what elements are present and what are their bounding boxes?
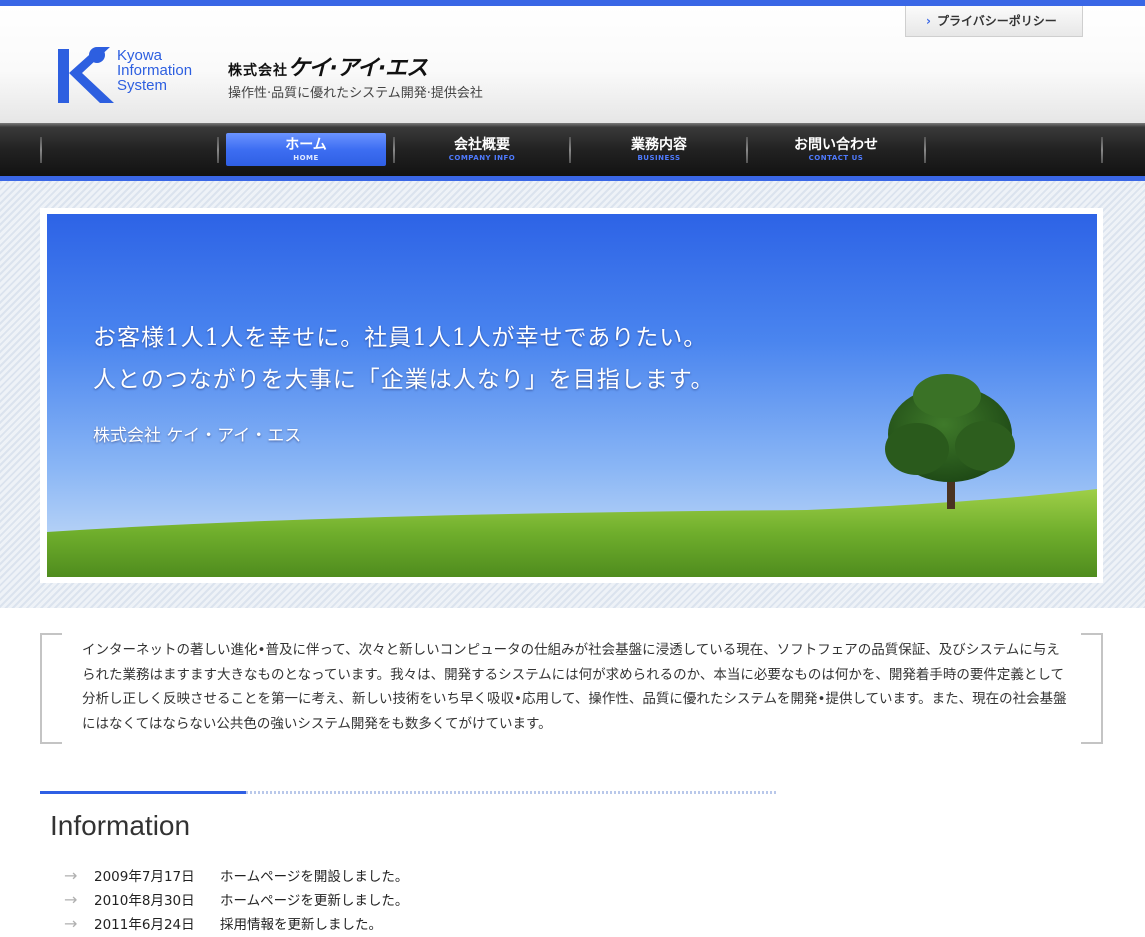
- news-text: ホームページを開設しました。: [220, 869, 409, 885]
- nav-separator: [40, 137, 42, 163]
- intro-text: インターネットの著しい進化•普及に伴って、次々と新しいコンピュータの仕組みが社会…: [82, 642, 1067, 732]
- left-bracket: [40, 633, 62, 744]
- nav-separator: [217, 137, 219, 163]
- news-date: 2010年8月30日: [94, 893, 195, 909]
- nav-label: 業務内容: [631, 137, 687, 153]
- arrow-right-icon: →: [64, 866, 78, 885]
- nav-separator: [393, 137, 395, 163]
- nav-separator: [746, 137, 748, 163]
- company-name: 株式会社ケイ·アイ·エス: [228, 50, 428, 82]
- information-heading: Information: [50, 810, 191, 841]
- landscape-illustration: [47, 374, 1097, 577]
- news-text: ホームページを更新しました。: [220, 893, 409, 909]
- kis-logo[interactable]: Kyowa Information System: [58, 43, 208, 105]
- nav-separator: [1101, 137, 1103, 163]
- main-navigation: ホーム HOME 会社概要 COMPANY INFO 業務内容 BUSINESS…: [0, 123, 1145, 176]
- news-item[interactable]: → 2009年7月17日 ホームページを開設しました。: [64, 864, 408, 888]
- company-title: ケイ·アイ·エス: [288, 56, 428, 81]
- news-text: 採用情報を更新しました。: [220, 917, 382, 933]
- news-date: 2011年6月24日: [94, 917, 195, 933]
- company-prefix: 株式会社: [228, 63, 288, 79]
- hero-headline-2: 人とのつながりを大事に「企業は人なり」を目指します。: [93, 367, 715, 393]
- section-rule: [40, 791, 246, 794]
- nav-item-company-info[interactable]: 会社概要 COMPANY INFO: [402, 133, 562, 166]
- privacy-policy-label: プライバシーポリシー: [936, 14, 1057, 28]
- nav-sublabel: COMPANY INFO: [448, 154, 516, 162]
- news-item[interactable]: → 2011年6月24日 採用情報を更新しました。: [64, 912, 408, 936]
- logo-word-3: System: [117, 77, 168, 94]
- news-item[interactable]: → 2010年8月30日 ホームページを更新しました。: [64, 888, 408, 912]
- news-date: 2009年7月17日: [94, 869, 195, 885]
- nav-separator: [569, 137, 571, 163]
- intro-section: インターネットの著しい進化•普及に伴って、次々と新しいコンピュータの仕組みが社会…: [40, 633, 1103, 744]
- nav-sublabel: HOME: [293, 154, 319, 162]
- nav-label: 会社概要: [454, 137, 510, 153]
- nav-item-business[interactable]: 業務内容 BUSINESS: [579, 133, 739, 166]
- nav-sublabel: BUSINESS: [637, 154, 681, 162]
- hero-headline-1: お客様1人1人を幸せに。社員1人1人が幸せでありたい。: [93, 325, 708, 351]
- chevron-right-icon: ›: [926, 14, 931, 28]
- tagline: 操作性·品質に優れたシステム開発·提供会社: [228, 86, 483, 101]
- section-rule-dotted: [246, 791, 778, 794]
- arrow-right-icon: →: [64, 914, 78, 933]
- logo-word-2: Information: [117, 62, 193, 79]
- nav-item-home[interactable]: ホーム HOME: [226, 133, 386, 166]
- nav-sublabel: CONTACT US: [808, 154, 864, 162]
- nav-separator: [924, 137, 926, 163]
- nav-label: お問い合わせ: [794, 137, 878, 153]
- hero-signature: 株式会社 ケイ・アイ・エス: [93, 426, 302, 446]
- nav-item-contact[interactable]: お問い合わせ CONTACT US: [756, 133, 916, 166]
- logo-wordmark: Kyowa Information System: [117, 48, 192, 93]
- logo-word-1: Kyowa: [117, 47, 163, 64]
- nav-label: ホーム: [285, 137, 327, 153]
- arrow-right-icon: →: [64, 890, 78, 909]
- hero-banner: お客様1人1人を幸せに。社員1人1人が幸せでありたい。 人とのつながりを大事に「…: [47, 214, 1097, 577]
- right-bracket: [1081, 633, 1103, 744]
- news-list: → 2009年7月17日 ホームページを開設しました。 → 2010年8月30日 ホーム…: [64, 864, 408, 936]
- privacy-policy-link[interactable]: › プライバシーポリシー: [905, 6, 1083, 37]
- logo-mark-icon: [58, 47, 114, 103]
